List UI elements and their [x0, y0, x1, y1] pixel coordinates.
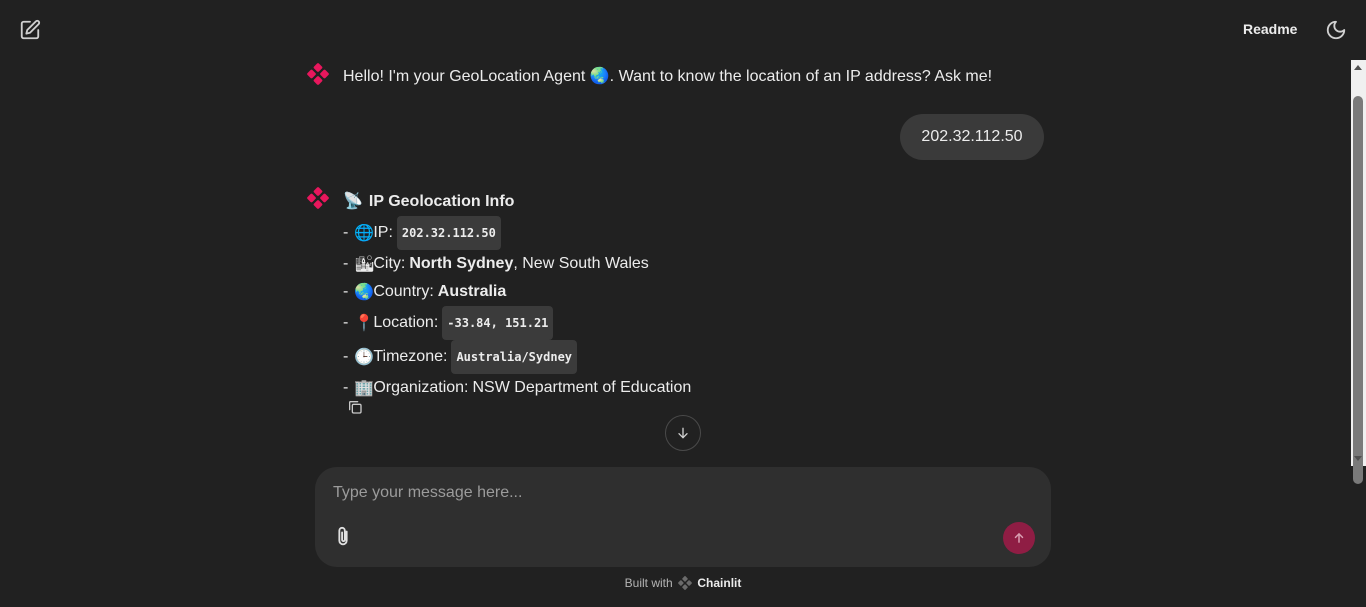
info-title-line: 📡 IP Geolocation Info	[343, 188, 691, 216]
chainlit-link[interactable]: Chainlit	[697, 576, 741, 590]
info-title: IP Geolocation Info	[368, 193, 515, 210]
location-label: Location:	[373, 314, 439, 331]
organization-label: Organization:	[373, 379, 469, 396]
user-message: 202.32.112.50	[900, 114, 1044, 160]
scrollbar[interactable]	[1351, 60, 1366, 484]
attach-file-button[interactable]	[331, 525, 355, 549]
message-input[interactable]	[331, 479, 985, 507]
earth-icon: 🌏	[354, 282, 375, 301]
scroll-thumb[interactable]	[1353, 96, 1363, 484]
info-organization-line: - 🏢 Organization: NSW Department of Educa…	[343, 374, 691, 402]
info-ip-line: - 🌐 IP: 202.32.112.50	[343, 216, 691, 250]
info-location-line: - 📍 Location: -33.84, 151.21	[343, 306, 691, 340]
country-value: Australia	[437, 283, 507, 300]
timezone-label: Timezone:	[373, 348, 448, 365]
satellite-icon: 📡	[343, 193, 363, 210]
theme-toggle-button[interactable]	[1324, 18, 1348, 42]
pin-icon: 📍	[354, 313, 375, 332]
arrow-down-icon	[678, 427, 688, 439]
globe-icon: 🌐	[354, 223, 375, 242]
assistant-avatar	[307, 187, 329, 209]
readme-button[interactable]: Readme	[1243, 21, 1297, 37]
scroll-down-arrow[interactable]	[1354, 456, 1362, 461]
city-value: North Sydney	[409, 255, 514, 272]
info-city-line: - 🏙 City: North Sydney , New South Wales	[343, 250, 691, 278]
send-button[interactable]	[1003, 522, 1035, 554]
clock-icon: 🕒	[354, 347, 375, 366]
region-value: , New South Wales	[513, 255, 649, 272]
assistant-avatar	[307, 63, 329, 85]
chainlit-logo-icon	[678, 576, 692, 590]
paperclip-icon	[338, 526, 348, 546]
welcome-message: Hello! I'm your GeoLocation Agent 🌏. Wan…	[343, 68, 993, 85]
geolocation-response: 📡 IP Geolocation Info - 🌐 IP: 202.32.112.…	[343, 188, 691, 402]
footer: Built with Chainlit	[0, 576, 1366, 590]
city-icon: 🏙	[354, 254, 375, 273]
message-composer	[315, 467, 1051, 567]
scroll-up-arrow[interactable]	[1354, 65, 1362, 70]
scroll-to-bottom-button[interactable]	[665, 415, 701, 451]
city-label: City:	[373, 255, 406, 272]
organization-value: NSW Department of Education	[472, 379, 692, 396]
timezone-value: Australia/Sydney	[451, 340, 578, 374]
country-label: Country:	[373, 283, 434, 300]
arrow-up-icon	[1014, 533, 1024, 543]
info-country-line: - 🌏 Country: Australia	[343, 278, 691, 306]
edit-icon	[20, 19, 41, 40]
location-value: -33.84, 151.21	[442, 306, 554, 340]
new-chat-button[interactable]	[18, 18, 42, 42]
ip-label: IP:	[373, 224, 393, 241]
ip-value: 202.32.112.50	[396, 216, 501, 250]
copy-button[interactable]	[346, 398, 364, 416]
info-timezone-line: - 🕒 Timezone: Australia/Sydney	[343, 340, 691, 374]
footer-prefix: Built with	[624, 576, 673, 590]
moon-icon	[1326, 20, 1346, 40]
copy-icon	[349, 401, 362, 414]
